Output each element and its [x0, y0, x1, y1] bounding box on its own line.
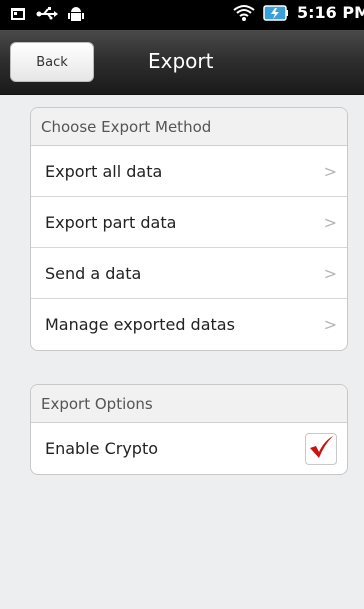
chevron-right-icon: >	[323, 161, 337, 181]
export-method-header: Choose Export Method	[31, 108, 347, 146]
export-part-data-item[interactable]: Export part data >	[31, 197, 347, 248]
status-time: 5:16 PM	[296, 3, 364, 22]
photo-icon	[10, 6, 26, 22]
chevron-right-icon: >	[323, 263, 337, 283]
battery-icon	[263, 4, 289, 22]
export-options-header: Export Options	[31, 385, 347, 423]
export-method-group: Choose Export Method Export all data > E…	[30, 107, 348, 351]
page-title: Export	[148, 49, 214, 73]
enable-crypto-item[interactable]: Enable Crypto	[31, 423, 347, 474]
enable-crypto-checkbox[interactable]	[305, 432, 337, 465]
wifi-icon	[233, 4, 255, 22]
list-item-label: Enable Crypto	[45, 439, 159, 458]
export-all-data-item[interactable]: Export all data >	[31, 146, 347, 197]
manage-exported-datas-item[interactable]: Manage exported datas >	[31, 299, 347, 350]
list-item-label: Export part data	[45, 212, 177, 232]
title-bar: Back Export	[0, 30, 364, 95]
list-item-label: Send a data	[45, 263, 142, 283]
list-item-label: Manage exported datas	[45, 315, 235, 334]
chevron-right-icon: >	[323, 212, 337, 232]
chevron-right-icon: >	[323, 315, 337, 334]
status-left	[10, 5, 84, 23]
list-item-label: Export all data	[45, 161, 163, 181]
checkmark-icon	[308, 435, 334, 463]
status-right: 5:16 PM	[233, 3, 364, 22]
send-a-data-item[interactable]: Send a data >	[31, 248, 347, 299]
usb-icon	[36, 6, 58, 22]
export-options-group: Export Options Enable Crypto	[30, 384, 348, 475]
back-button[interactable]: Back	[10, 42, 94, 82]
android-icon	[68, 5, 84, 23]
status-bar: 5:16 PM	[0, 0, 364, 30]
